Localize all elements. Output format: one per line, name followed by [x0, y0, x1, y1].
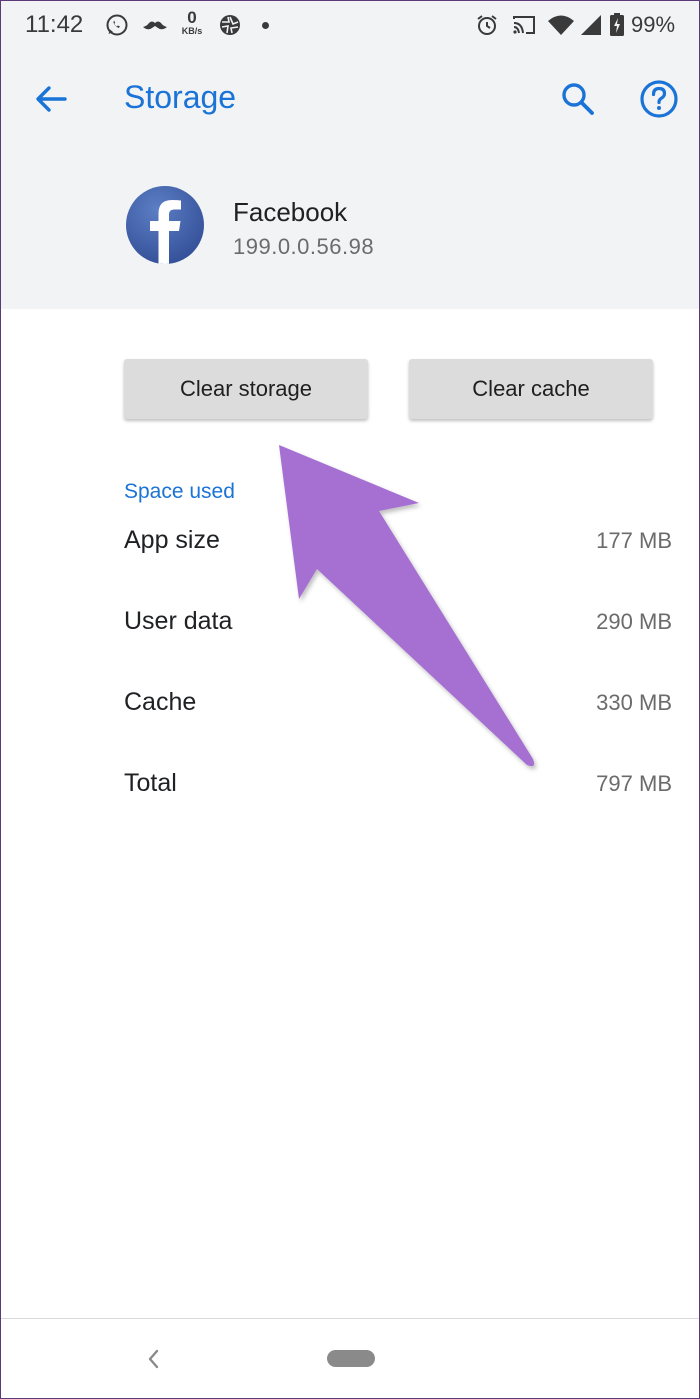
space-used-heading: Space used	[124, 480, 235, 503]
screen: 11:42 0 KB/s 99% Storage Facebook 199.0.…	[0, 0, 700, 1399]
wifi-icon	[548, 15, 574, 35]
row-value: 797 MB	[596, 771, 672, 796]
whatsapp-icon	[106, 14, 128, 36]
cast-icon	[513, 16, 535, 34]
facebook-logo	[126, 186, 204, 264]
row-value: 177 MB	[596, 528, 672, 553]
storage-row-cache: Cache 330 MB	[124, 688, 672, 728]
storage-row-user-data: User data 290 MB	[124, 607, 672, 647]
battery-percent: 99%	[631, 12, 676, 37]
row-value: 330 MB	[596, 690, 672, 715]
help-icon[interactable]	[637, 77, 681, 121]
battery-icon	[610, 13, 624, 36]
status-bar: 11:42 0 KB/s 99%	[1, 1, 699, 49]
home-pill-icon[interactable]	[327, 1350, 375, 1367]
page-title: Storage	[124, 79, 237, 115]
aperture-icon	[220, 15, 240, 35]
clear-cache-button[interactable]: Clear cache	[409, 359, 653, 419]
row-label: Cache	[124, 688, 197, 716]
nav-divider	[1, 1318, 699, 1319]
app-name: Facebook	[233, 197, 348, 227]
clear-storage-button[interactable]: Clear storage	[124, 359, 368, 419]
notification-dot	[262, 22, 269, 29]
storage-row-app-size: App size 177 MB	[124, 526, 672, 566]
search-icon[interactable]	[558, 79, 598, 119]
app-version: 199.0.0.56.98	[233, 234, 375, 259]
mustache-icon	[143, 21, 167, 30]
cell-signal-icon	[581, 15, 601, 35]
network-speed-unit: KB/s	[181, 26, 203, 36]
row-label: User data	[124, 607, 233, 635]
storage-row-total: Total 797 MB	[124, 769, 672, 809]
row-label: Total	[124, 769, 177, 797]
row-label: App size	[124, 526, 220, 554]
nav-back-icon[interactable]	[141, 1345, 165, 1373]
status-time: 11:42	[25, 11, 84, 38]
arrow-back-icon[interactable]	[31, 79, 71, 119]
row-value: 290 MB	[596, 609, 672, 634]
network-speed-indicator: 0 KB/s	[177, 9, 207, 36]
network-speed-value: 0	[187, 8, 197, 27]
alarm-icon	[477, 15, 497, 35]
